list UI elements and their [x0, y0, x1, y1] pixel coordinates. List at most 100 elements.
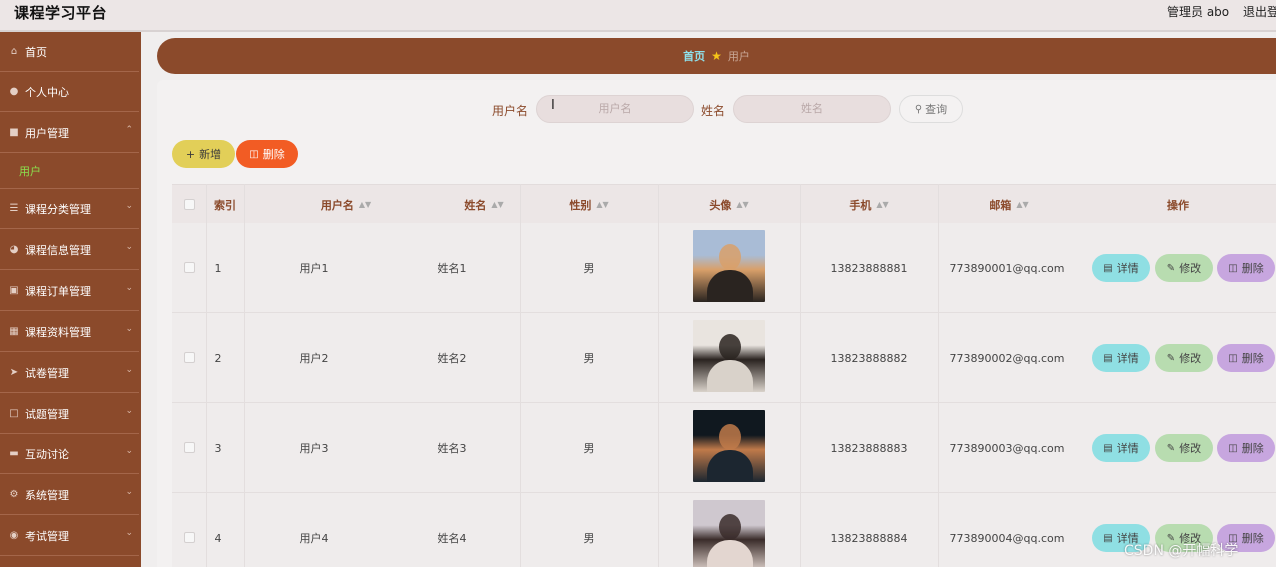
document-icon: ▤	[1103, 442, 1113, 454]
trash-icon: ◫	[1228, 352, 1238, 364]
cell-username: 用户1	[299, 262, 329, 275]
chat-icon: ▬	[9, 448, 19, 459]
cell-gender: 男	[583, 262, 595, 275]
bulk-delete-button[interactable]: ◫ 删除	[236, 140, 298, 168]
breadcrumb-home[interactable]: 首页	[683, 48, 705, 64]
cell-name: 姓名4	[437, 532, 467, 545]
name-search-input[interactable]: 姓名	[733, 95, 891, 123]
watermark: CSDN @开幅科学	[1124, 543, 1239, 559]
sidebar-item-exam[interactable]: ◉ 考试管理 ⌄	[0, 516, 139, 556]
admin-label[interactable]: 管理员 abo	[1167, 3, 1229, 20]
row-checkbox[interactable]	[184, 262, 195, 273]
delete-button[interactable]: ◫ 删除	[1217, 434, 1275, 462]
sidebar: ⌂ 首页 ● 个人中心 ■ 用户管理 ⌃ 用户 ☰ 课程分类管理 ⌄ ◕ 课程信…	[0, 32, 141, 567]
chevron-down-icon: ⌄	[125, 487, 133, 497]
header-gender[interactable]: 性别 ▲▼	[520, 185, 658, 224]
folder-icon: ■	[9, 127, 19, 138]
sidebar-item-course-info[interactable]: ◕ 课程信息管理 ⌄	[0, 230, 139, 270]
query-button[interactable]: ⚲ 查询	[899, 95, 963, 123]
row-checkbox[interactable]	[184, 442, 195, 453]
cell-phone: 13823888884	[830, 531, 908, 545]
detail-label: 详情	[1116, 262, 1139, 275]
sidebar-item-course-material[interactable]: ▦ 课程资料管理 ⌄	[0, 312, 139, 352]
sidebar-item-paper[interactable]: ➤ 试卷管理 ⌄	[0, 353, 139, 393]
header-username[interactable]: 用户名 ▲▼	[244, 185, 448, 224]
table-row: 4 用户4 姓名4 男 13823888884 773890004@qq.com ▤ 详情 ✎ 修…	[172, 493, 1276, 567]
avatar-image	[693, 230, 765, 302]
edit-button[interactable]: ✎ 修改	[1155, 254, 1213, 282]
column-divider	[244, 184, 245, 567]
sidebar-subitem-users[interactable]: 用户	[0, 153, 139, 189]
sidebar-item-label: 个人中心	[25, 85, 69, 99]
select-all-checkbox[interactable]	[184, 199, 195, 210]
sort-icon[interactable]: ▲▼	[1016, 200, 1028, 209]
avatar-image	[693, 410, 765, 482]
sidebar-item-system[interactable]: ⚙ 系统管理 ⌄	[0, 475, 139, 515]
trash-icon: ◫	[1228, 262, 1238, 274]
cell-email: 773890002@qq.com	[949, 351, 1065, 365]
header-index: 索引	[214, 198, 236, 212]
table-row: 1 用户1 姓名1 男 13823888881 773890001@qq.com ▤ 详情 ✎ 修…	[172, 223, 1276, 313]
header-avatar[interactable]: 头像 ▲▼	[658, 185, 800, 224]
sidebar-item-label: 系统管理	[25, 488, 69, 502]
detail-button[interactable]: ▤ 详情	[1092, 344, 1150, 372]
table-header: 索引 用户名 ▲▼ 姓名 ▲▼ 性别 ▲▼ 头像 ▲▼ 手机 ▲▼ 邮箱 ▲▼ 操作	[172, 184, 1276, 223]
delete-label: 删除	[1241, 262, 1264, 275]
table-row: 2 用户2 姓名2 男 13823888882 773890002@qq.com ▤ 详情 ✎ 修…	[172, 313, 1276, 403]
sidebar-item-course-category[interactable]: ☰ 课程分类管理 ⌄	[0, 189, 139, 229]
sidebar-item-question[interactable]: □ 试题管理 ⌄	[0, 394, 139, 434]
chevron-down-icon: ⌄	[125, 406, 133, 416]
sidebar-item-label: 课程信息管理	[25, 243, 91, 257]
header-operations: 操作	[1167, 198, 1189, 212]
breadcrumb: 首页 ★ 用户	[157, 38, 1276, 74]
sidebar-item-profile[interactable]: ● 个人中心	[0, 72, 139, 112]
sort-icon[interactable]: ▲▼	[596, 200, 608, 209]
sort-icon[interactable]: ▲▼	[876, 200, 888, 209]
row-checkbox[interactable]	[184, 532, 195, 543]
cell-index: 2	[214, 351, 222, 365]
column-divider	[800, 184, 801, 567]
pencil-icon: ✎	[1166, 352, 1176, 364]
sidebar-item-user-management[interactable]: ■ 用户管理 ⌃	[0, 113, 139, 153]
delete-button[interactable]: ◫ 删除	[1217, 344, 1275, 372]
cell-username: 用户3	[299, 442, 329, 455]
logout-link[interactable]: 退出登录	[1243, 3, 1276, 20]
sort-icon[interactable]: ▲▼	[736, 200, 748, 209]
settings-icon: ⚙	[9, 489, 19, 500]
cell-gender: 男	[583, 532, 595, 545]
cell-index: 1	[214, 261, 222, 275]
sidebar-item-home[interactable]: ⌂ 首页	[0, 32, 139, 72]
row-checkbox[interactable]	[184, 352, 195, 363]
info-icon: ◕	[9, 244, 19, 255]
column-divider	[520, 184, 521, 567]
edit-button[interactable]: ✎ 修改	[1155, 344, 1213, 372]
chevron-down-icon: ⌄	[125, 283, 133, 293]
sidebar-item-discussion[interactable]: ▬ 互动讨论 ⌄	[0, 434, 139, 474]
detail-label: 详情	[1116, 442, 1139, 455]
document-icon: ▤	[1103, 352, 1113, 364]
sidebar-item-course-order[interactable]: ▣ 课程订单管理 ⌄	[0, 271, 139, 311]
header-email[interactable]: 邮箱 ▲▼	[938, 185, 1080, 224]
detail-button[interactable]: ▤ 详情	[1092, 254, 1150, 282]
username-search-input[interactable]: 用户名	[536, 95, 694, 123]
list-icon: ☰	[9, 203, 19, 214]
add-button[interactable]: + 新增	[172, 140, 235, 168]
delete-button[interactable]: ◫ 删除	[1217, 254, 1275, 282]
pencil-icon: ✎	[1166, 442, 1176, 454]
cell-gender: 男	[583, 442, 595, 455]
cell-name: 姓名2	[437, 352, 467, 365]
header-name[interactable]: 姓名 ▲▼	[448, 185, 520, 224]
chevron-down-icon: ⌄	[125, 324, 133, 334]
sort-icon[interactable]: ▲▼	[491, 200, 503, 209]
header-phone[interactable]: 手机 ▲▼	[800, 185, 938, 224]
detail-button[interactable]: ▤ 详情	[1092, 434, 1150, 462]
cell-index: 4	[214, 531, 222, 545]
edit-label: 修改	[1179, 262, 1202, 275]
edit-button[interactable]: ✎ 修改	[1155, 434, 1213, 462]
send-icon: ➤	[9, 367, 19, 378]
sort-icon[interactable]: ▲▼	[359, 200, 371, 209]
user-icon: ●	[9, 86, 19, 97]
delete-label: 删除	[1241, 442, 1264, 455]
cell-index: 3	[214, 441, 222, 455]
chevron-down-icon: ⌄	[125, 365, 133, 375]
